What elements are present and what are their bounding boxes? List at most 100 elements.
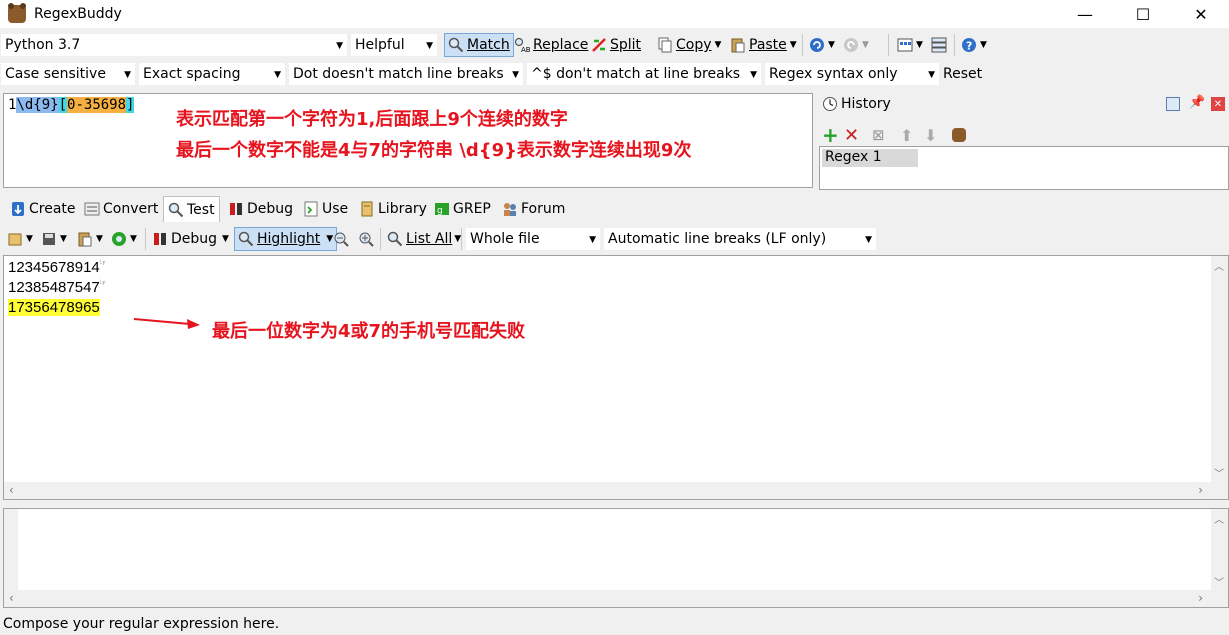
- chevron-down-icon: ▼: [274, 70, 281, 80]
- copy-icon: [658, 37, 672, 53]
- flavor-select[interactable]: Python 3.7 ▼: [0, 33, 348, 57]
- vertical-scrollbar[interactable]: ︿ ﹀: [1211, 509, 1228, 591]
- list-all-button[interactable]: List All ▼: [384, 227, 464, 251]
- pin-icon[interactable]: 📌: [1189, 95, 1205, 110]
- maximize-button[interactable]: ☐: [1120, 0, 1166, 28]
- regex-annotation-line1: 表示匹配第一个字符为1,后面跟上9个连续的数字: [176, 109, 568, 130]
- history-item[interactable]: Regex 1: [822, 149, 918, 167]
- split-button[interactable]: Split: [588, 33, 644, 57]
- line-breaks-select[interactable]: Automatic line breaks (LF only) ▼: [603, 227, 877, 251]
- move-down-icon[interactable]: ⬇: [924, 126, 952, 145]
- test-subject-editor[interactable]: 12345678914ᴸꜰ 12385487547ᴸꜰ 17356478965 …: [3, 255, 1229, 500]
- close-button[interactable]: ✕: [1178, 0, 1224, 28]
- toolbar-separator: [461, 228, 462, 250]
- tab-library[interactable]: Library: [355, 196, 431, 222]
- case-select-value: Case sensitive: [5, 66, 106, 82]
- spacing-select-value: Exact spacing: [143, 66, 241, 82]
- add-icon[interactable]: +: [822, 123, 844, 147]
- paste-test-button[interactable]: ▼: [74, 227, 106, 251]
- options-toolbar: Case sensitive ▼ Exact spacing ▼ Dot doe…: [0, 60, 1229, 89]
- copy-button[interactable]: Copy ▼: [654, 33, 724, 57]
- main-tabs: Create Convert Test Debug Use Library g …: [0, 196, 1229, 222]
- delete-all-icon[interactable]: ⊠: [872, 126, 900, 144]
- results-gutter: [4, 509, 18, 591]
- replace-button[interactable]: AB Replace: [511, 33, 591, 57]
- web-button[interactable]: ▼: [108, 227, 140, 251]
- history-title: History: [841, 96, 891, 112]
- syntax-select[interactable]: Regex syntax only ▼: [764, 62, 940, 86]
- test-line-text: 12385487547: [8, 279, 100, 296]
- tab-create[interactable]: Create: [6, 196, 80, 222]
- regex-token-digits: \d{9}: [16, 97, 59, 113]
- regex-annotation-line2: 最后一个数字不能是4与7的字符串 \d{9}表示数字连续出现9次: [176, 140, 692, 161]
- results-pane[interactable]: ︿ ﹀ ‹ ›: [3, 508, 1229, 608]
- svg-text:?: ?: [966, 40, 972, 53]
- tab-grep[interactable]: g GREP: [430, 196, 495, 222]
- spacing-select[interactable]: Exact spacing ▼: [138, 62, 286, 86]
- vertical-scrollbar[interactable]: ︿ ﹀: [1211, 256, 1228, 482]
- open-file-button[interactable]: ▼: [4, 227, 36, 251]
- zoom-next-icon: [359, 232, 374, 247]
- chevron-down-icon[interactable]: ﹀: [1214, 574, 1224, 589]
- chevron-down-icon: ▼: [512, 70, 519, 80]
- helpfulness-select[interactable]: Helpful ▼: [350, 33, 438, 57]
- regexbuddy-icon[interactable]: [952, 128, 966, 142]
- globe-icon: [112, 232, 126, 246]
- help-button[interactable]: ? ▼: [958, 33, 990, 57]
- chevron-up-icon[interactable]: ︿: [1214, 258, 1224, 273]
- match-button[interactable]: Match: [444, 33, 514, 57]
- chevron-right-icon[interactable]: ›: [1198, 483, 1203, 497]
- dot-select[interactable]: Dot doesn't match line breaks ▼: [288, 62, 524, 86]
- case-select[interactable]: Case sensitive ▼: [0, 62, 136, 86]
- syntax-select-value: Regex syntax only: [769, 66, 898, 82]
- chevron-right-icon[interactable]: ›: [1198, 591, 1203, 605]
- close-panel-icon[interactable]: ✕: [1211, 97, 1225, 111]
- save-icon: [43, 233, 55, 245]
- redo-button[interactable]: ▼: [840, 33, 872, 57]
- tab-debug[interactable]: Debug: [224, 196, 297, 222]
- regex-token-class-open: [: [58, 97, 68, 113]
- tab-forum[interactable]: Forum: [498, 196, 569, 222]
- reset-button[interactable]: Reset: [940, 62, 985, 86]
- tab-label: Use: [322, 201, 349, 217]
- chevron-down-icon: ▼: [862, 40, 869, 50]
- history-header: History 📌 ✕: [818, 93, 1229, 115]
- save-button[interactable]: ▼: [38, 227, 70, 251]
- chevron-up-icon[interactable]: ︿: [1214, 511, 1224, 526]
- paste-button[interactable]: Paste ▼: [727, 33, 800, 57]
- restore-panel-icon[interactable]: [1166, 97, 1180, 111]
- next-match-button[interactable]: [355, 227, 380, 251]
- test-annotation: 最后一位数字为4或7的手机号匹配失败: [212, 321, 526, 342]
- history-list[interactable]: Regex 1: [819, 146, 1229, 190]
- debug-button[interactable]: Debug ▼: [149, 227, 232, 251]
- horizontal-scrollbar[interactable]: ‹ ›: [4, 590, 1228, 607]
- tab-test[interactable]: Test: [163, 196, 220, 222]
- list-all-button-label: List All: [406, 231, 453, 247]
- tab-label: Convert: [103, 201, 159, 217]
- matched-text: 17356478965: [8, 299, 100, 316]
- use-icon: [304, 201, 318, 217]
- magnifier-icon: [168, 202, 184, 217]
- test-line: 12345678914ᴸꜰ: [8, 259, 106, 276]
- undo-button[interactable]: ▼: [806, 33, 838, 57]
- tab-convert[interactable]: Convert: [80, 196, 162, 222]
- toolbar-separator: [954, 34, 955, 56]
- scope-select-value: Whole file: [470, 231, 540, 247]
- move-up-icon[interactable]: ⬆: [900, 126, 924, 145]
- highlight-button[interactable]: Highlight ▼: [234, 227, 338, 251]
- minimize-button[interactable]: —: [1062, 0, 1108, 28]
- scope-select[interactable]: Whole file ▼: [465, 227, 601, 251]
- previous-match-button[interactable]: [330, 227, 355, 251]
- horizontal-scrollbar[interactable]: ‹ ›: [4, 482, 1228, 499]
- anchors-select[interactable]: ^$ don't match at line breaks ▼: [526, 62, 762, 86]
- chevron-down-icon: ▼: [828, 40, 835, 50]
- history-panel: History 📌 ✕ + ✕ ⊠ ⬆ ⬇ Regex 1: [818, 93, 1229, 190]
- chevron-left-icon[interactable]: ‹: [9, 483, 14, 497]
- tab-use[interactable]: Use: [299, 196, 352, 222]
- delete-icon[interactable]: ✕: [844, 125, 872, 146]
- chevron-down-icon[interactable]: ﹀: [1214, 465, 1224, 480]
- panels-button[interactable]: [928, 33, 953, 57]
- chevron-left-icon[interactable]: ‹: [9, 591, 14, 605]
- layout-button[interactable]: ▼: [894, 33, 926, 57]
- helpfulness-select-value: Helpful: [355, 37, 405, 53]
